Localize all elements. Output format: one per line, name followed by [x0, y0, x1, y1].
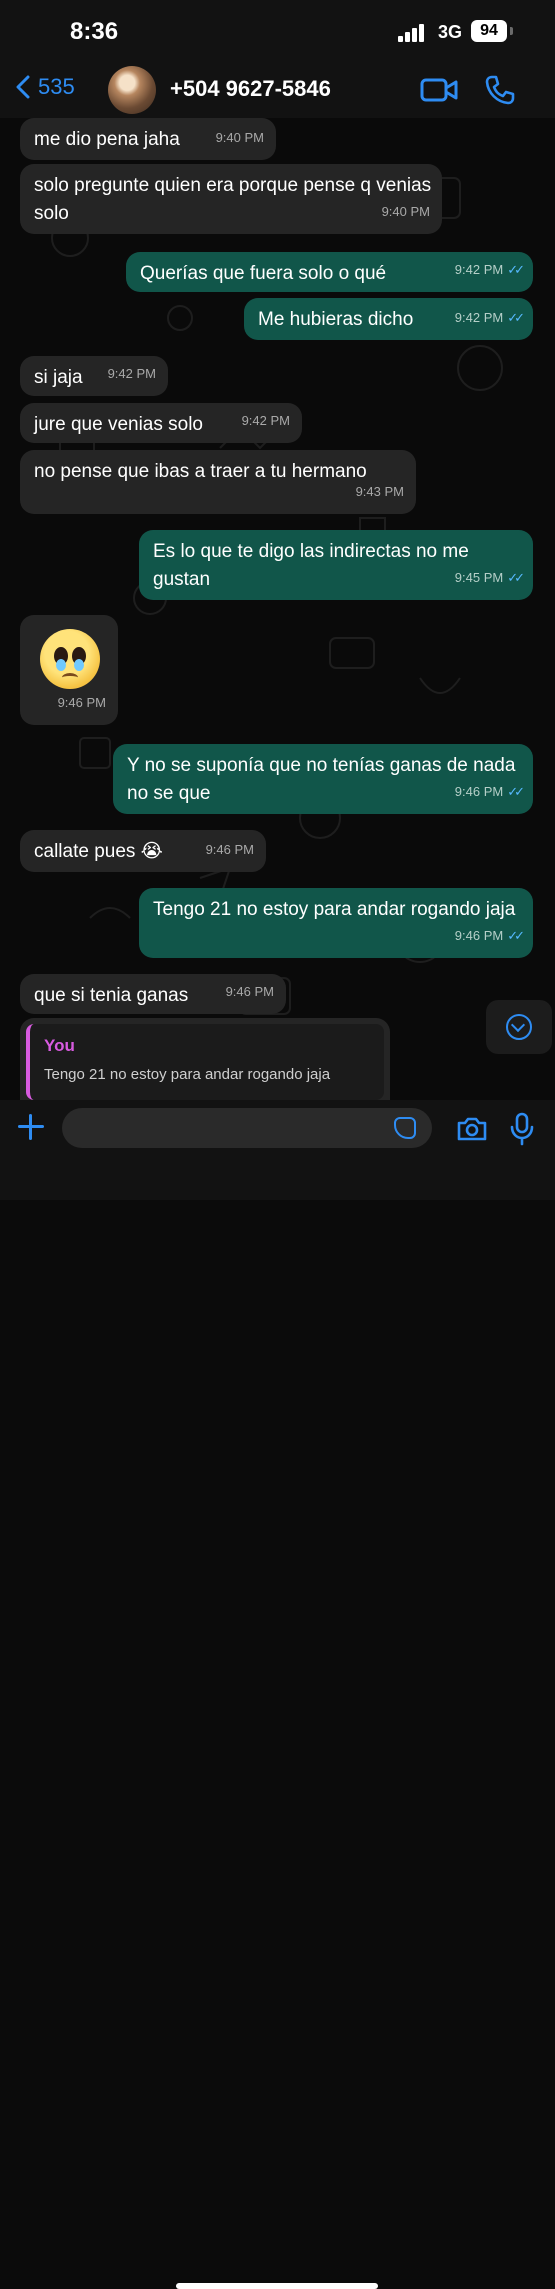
message-time: 9:46 PM	[57, 695, 106, 710]
unread-count: 535	[38, 74, 75, 99]
message-bubble[interactable]: Me hubieras dicho 9:42 PM ✓✓	[244, 298, 533, 340]
read-receipt-icon: ✓✓	[507, 310, 525, 325]
message-bubble[interactable]: 9:46 PM	[20, 615, 118, 725]
message-text: jure que venias solo	[34, 414, 203, 435]
message-time: 9:46 PM	[205, 842, 254, 857]
message-text: Querías que fuera solo o qué	[140, 263, 387, 284]
message-bubble[interactable]: Querías que fuera solo o qué 9:42 PM ✓✓	[126, 252, 533, 292]
message-text: que si tenia ganas	[34, 985, 189, 1006]
message-time: 9:46 PM ✓✓	[455, 778, 525, 806]
battery-icon: 94	[471, 20, 507, 42]
signal-icon	[398, 24, 430, 42]
message-text: Tengo 21 no estoy para andar rogando jaj…	[153, 899, 516, 920]
message-text: no pense que ibas a traer a tu hermano	[34, 461, 367, 482]
reply-author: You	[44, 1036, 75, 1055]
chat-header: 535 +504 9627-5846	[0, 62, 555, 118]
message-text: solo pregunte quien era porque pense q v…	[34, 175, 432, 224]
microphone-icon[interactable]	[508, 1112, 536, 1146]
message-time: 9:42 PM ✓✓	[455, 304, 525, 332]
message-list[interactable]: me dio pena jaha 9:40 PM solo pregunte q…	[0, 118, 555, 1100]
quoted-message: You Tengo 21 no estoy para andar rogando…	[26, 1024, 384, 1100]
read-receipt-icon: ✓✓	[507, 570, 525, 585]
message-time: 9:42 PM ✓✓	[455, 256, 525, 284]
message-bubble[interactable]: no pense que ibas a traer a tu hermano 9…	[20, 450, 416, 514]
message-time: 9:40 PM	[215, 130, 264, 145]
network-type: 3G	[438, 22, 463, 42]
reply-preview[interactable]: You Tengo 21 no estoy para andar rogando…	[20, 1018, 390, 1100]
message-time: 9:43 PM	[355, 484, 404, 499]
message-time: 9:42 PM	[241, 413, 290, 428]
read-receipt-icon: ✓✓	[507, 928, 525, 943]
camera-icon[interactable]	[456, 1116, 488, 1142]
message-time: 9:46 PM	[225, 984, 274, 999]
message-bubble[interactable]: si jaja 9:42 PM	[20, 356, 168, 396]
video-call-icon[interactable]	[420, 76, 458, 104]
message-time: 9:42 PM	[107, 366, 156, 381]
message-bubble[interactable]: jure que venias solo 9:42 PM	[20, 403, 302, 443]
scroll-to-bottom-button[interactable]	[486, 1000, 552, 1054]
contact-name[interactable]: +504 9627-5846	[170, 76, 331, 102]
message-text: si jaja	[34, 367, 83, 388]
message-bubble[interactable]: callate pues 😭 9:46 PM	[20, 830, 266, 872]
home-indicator	[176, 2283, 378, 2289]
message-bubble[interactable]: Es lo que te digo las indirectas no me g…	[139, 530, 533, 600]
avatar[interactable]	[108, 66, 156, 114]
message-text: Me hubieras dicho	[258, 309, 414, 330]
message-time: 9:46 PM ✓✓	[455, 922, 525, 950]
message-bubble[interactable]: Tengo 21 no estoy para andar rogando jaj…	[139, 888, 533, 958]
composer-bar	[0, 1100, 555, 2289]
message-time: 9:45 PM ✓✓	[455, 564, 525, 592]
phone-icon[interactable]	[484, 74, 516, 106]
message-text: me dio pena jaha	[34, 129, 180, 150]
pleading-face-emoji	[40, 629, 100, 689]
message-bubble[interactable]: Y no se suponía que no tenías ganas de n…	[113, 744, 533, 814]
chevron-left-icon	[16, 75, 30, 99]
message-bubble[interactable]: solo pregunte quien era porque pense q v…	[20, 164, 442, 234]
back-button[interactable]: 535	[16, 74, 75, 100]
plus-icon[interactable]	[16, 1112, 46, 1142]
battery-tip	[510, 27, 513, 35]
message-time: 9:40 PM	[381, 204, 430, 219]
status-bar: 8:36 3G 94	[0, 0, 555, 62]
message-bubble[interactable]: que si tenia ganas 9:46 PM	[20, 974, 286, 1014]
read-receipt-icon: ✓✓	[507, 784, 525, 799]
read-receipt-icon: ✓✓	[507, 262, 525, 277]
message-text: callate pues 😭	[34, 841, 163, 862]
status-time: 8:36	[70, 18, 119, 45]
message-input[interactable]	[62, 1108, 432, 1148]
reply-text: Tengo 21 no estoy para andar rogando jaj…	[44, 1066, 331, 1083]
message-bubble[interactable]: me dio pena jaha 9:40 PM	[20, 118, 276, 160]
